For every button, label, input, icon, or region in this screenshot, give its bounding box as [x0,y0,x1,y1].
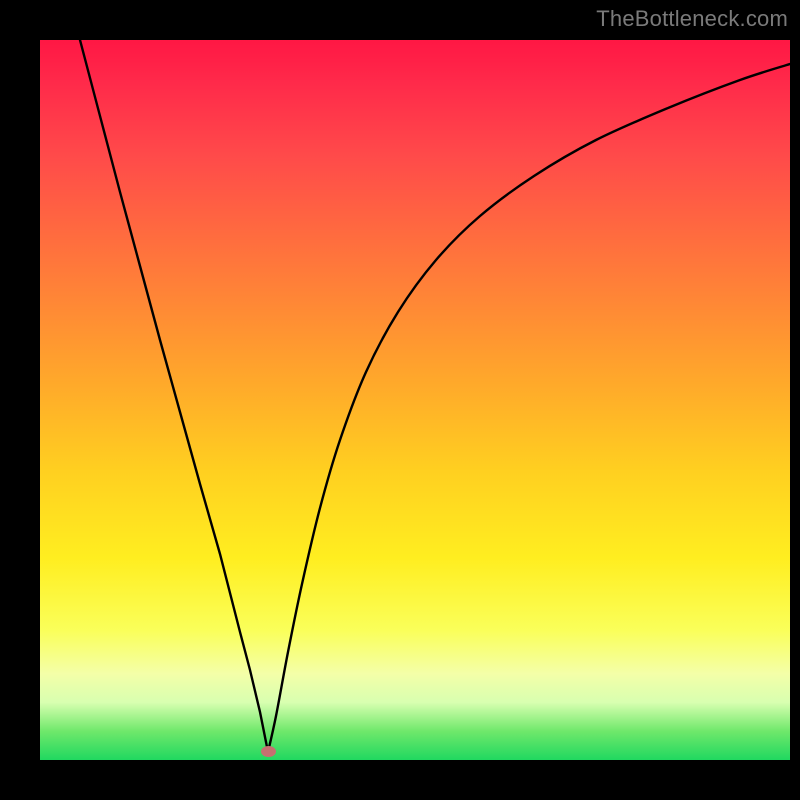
attribution-label: TheBottleneck.com [596,6,788,32]
optimum-marker-icon [261,746,276,757]
chart-frame: TheBottleneck.com [0,0,800,800]
chart-plot-area [40,40,790,760]
